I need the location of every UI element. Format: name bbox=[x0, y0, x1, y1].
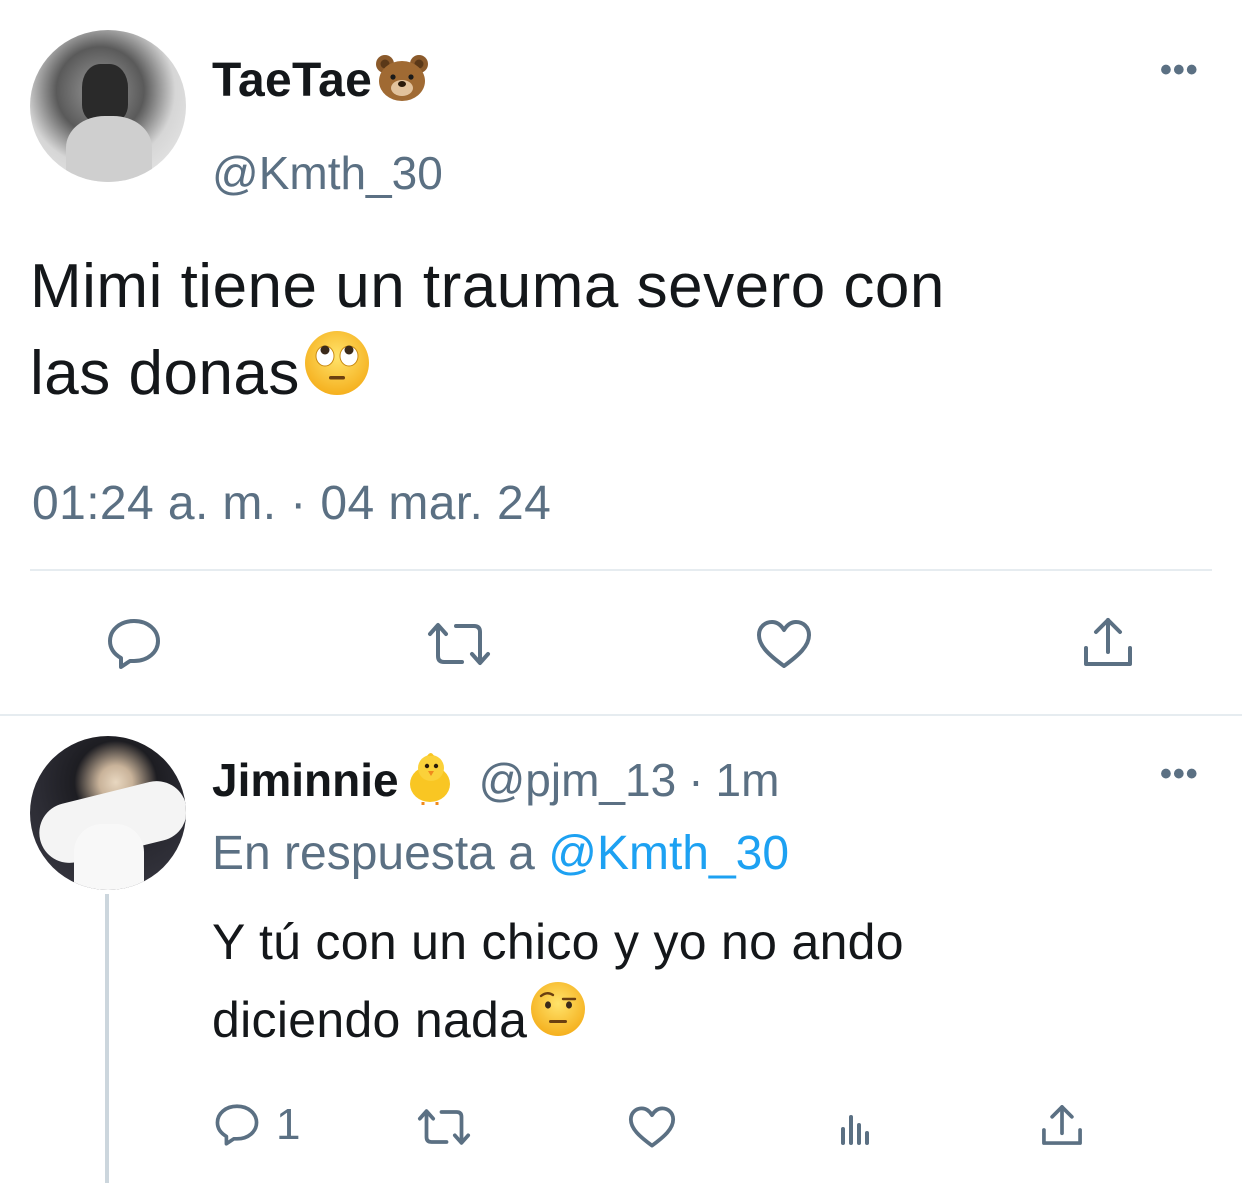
retweet-icon[interactable] bbox=[424, 614, 494, 674]
thread-line bbox=[105, 894, 109, 1183]
display-name[interactable]: Jiminnie bbox=[212, 753, 399, 807]
reply-time[interactable]: 1m bbox=[716, 753, 780, 807]
divider bbox=[0, 714, 1242, 716]
bear-face-emoji bbox=[374, 53, 430, 108]
author-handle[interactable]: @pjm_13 bbox=[479, 753, 677, 807]
author-handle[interactable]: @Kmth_30 bbox=[212, 146, 443, 200]
analytics-icon[interactable] bbox=[830, 1104, 880, 1150]
tweet-text: Mimi tiene un trauma severo con las dona… bbox=[30, 246, 1220, 419]
reply-count: 1 bbox=[276, 1100, 301, 1149]
display-name[interactable]: TaeTae bbox=[212, 53, 372, 108]
like-icon[interactable] bbox=[754, 614, 814, 674]
author-name-row[interactable]: TaeTae bbox=[212, 48, 430, 112]
reply-text-line2-row: diciendo nada bbox=[212, 980, 1212, 1059]
reply-text-line1: Y tú con un chico y yo no ando bbox=[212, 914, 904, 970]
tweet-text-line2-row: las donas bbox=[30, 328, 1220, 419]
avatar[interactable] bbox=[30, 30, 186, 182]
avatar[interactable] bbox=[30, 736, 186, 890]
replying-to: En respuesta a @Kmth_30 bbox=[212, 826, 789, 881]
reply-text-line2: diciendo nada bbox=[212, 991, 528, 1048]
reply-icon[interactable] bbox=[104, 614, 164, 674]
tweet-timestamp[interactable]: 01:24 a. m. · 04 mar. 24 bbox=[32, 476, 551, 531]
reply-icon[interactable] bbox=[214, 1103, 260, 1147]
baby-chick-emoji bbox=[401, 750, 459, 811]
more-dots-icon[interactable]: ••• bbox=[1160, 757, 1199, 791]
more-dots-icon[interactable]: ••• bbox=[1160, 53, 1199, 87]
divider bbox=[30, 569, 1212, 571]
tweet-text-line1: Mimi tiene un trauma severo con bbox=[30, 252, 945, 321]
face-with-rolling-eyes-emoji bbox=[302, 328, 372, 419]
like-icon[interactable] bbox=[624, 1102, 680, 1152]
separator-dot: · bbox=[688, 754, 704, 806]
reply-action-group[interactable]: 1 bbox=[214, 1100, 300, 1150]
face-with-raised-eyebrow-emoji bbox=[529, 980, 587, 1059]
mention-link[interactable]: @Kmth_30 bbox=[548, 827, 789, 880]
share-icon[interactable] bbox=[1078, 612, 1138, 672]
tweet-text-line2: las donas bbox=[30, 338, 300, 408]
replying-to-label: En respuesta a bbox=[212, 827, 535, 880]
reply-text: Y tú con un chico y yo no ando diciendo … bbox=[212, 904, 1212, 1059]
share-icon[interactable] bbox=[1036, 1100, 1088, 1150]
retweet-icon[interactable] bbox=[414, 1102, 474, 1152]
reply-header: Jiminnie @pjm_13 · 1m bbox=[212, 750, 779, 810]
